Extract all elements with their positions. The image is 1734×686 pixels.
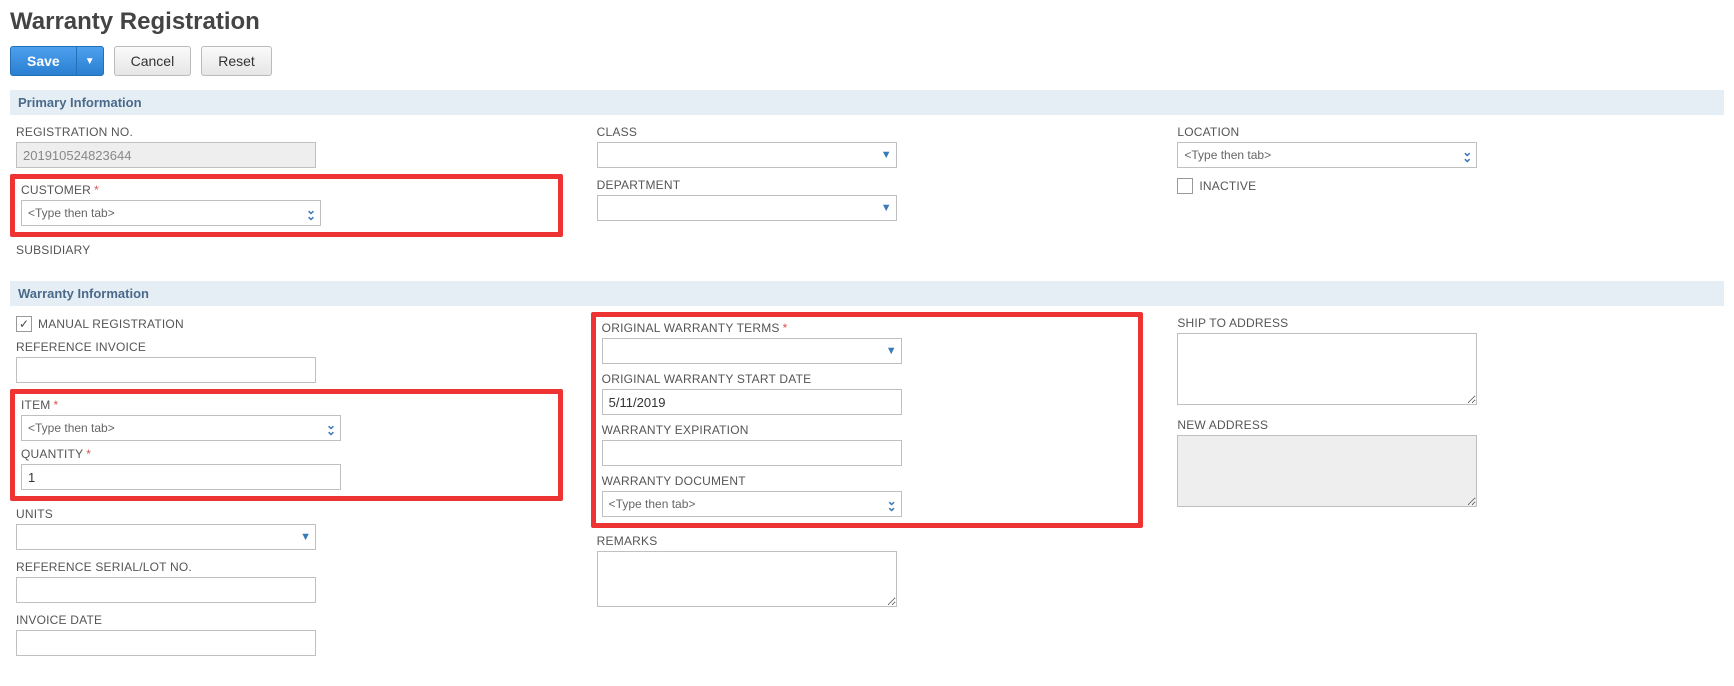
item-input[interactable]: <Type then tab> ⌄⌄ (21, 415, 341, 441)
units-label: UNITS (16, 507, 557, 521)
chevron-double-icon: ⌄⌄ (1462, 149, 1472, 161)
reference-invoice-label: REFERENCE INVOICE (16, 340, 557, 354)
quantity-input[interactable] (21, 464, 341, 490)
invoice-date-input[interactable] (16, 630, 316, 656)
section-primary-header: Primary Information (10, 90, 1724, 115)
document-placeholder: <Type then tab> (609, 497, 696, 511)
ship-to-textarea[interactable] (1177, 333, 1477, 405)
location-label: LOCATION (1177, 125, 1718, 139)
customer-input[interactable]: <Type then tab> ⌄⌄ (21, 200, 321, 226)
save-dropdown-button[interactable]: ▼ (76, 46, 104, 76)
remarks-textarea[interactable] (597, 551, 897, 607)
department-select[interactable]: ▼ (597, 195, 897, 221)
new-address-textarea (1177, 435, 1477, 507)
document-input[interactable]: <Type then tab> ⌄⌄ (602, 491, 902, 517)
chevron-double-icon: ⌄⌄ (887, 498, 897, 510)
required-icon: * (94, 183, 99, 197)
section-warranty-header: Warranty Information (10, 281, 1724, 306)
required-icon: * (86, 447, 91, 461)
item-placeholder: <Type then tab> (28, 421, 115, 435)
document-label: WARRANTY DOCUMENT (602, 474, 1133, 488)
orig-terms-label: ORIGINAL WARRANTY TERMS* (602, 321, 1133, 335)
customer-placeholder: <Type then tab> (28, 206, 115, 220)
required-icon: * (53, 398, 58, 412)
invoice-date-label: INVOICE DATE (16, 613, 557, 627)
inactive-label: INACTIVE (1199, 179, 1256, 193)
customer-label: CUSTOMER* (21, 183, 552, 197)
reference-serial-label: REFERENCE SERIAL/LOT NO. (16, 560, 557, 574)
customer-highlight: CUSTOMER* <Type then tab> ⌄⌄ (10, 174, 563, 237)
page-title: Warranty Registration (10, 8, 1724, 36)
save-button[interactable]: Save (10, 46, 76, 76)
orig-start-input[interactable] (602, 389, 902, 415)
reference-serial-input[interactable] (16, 577, 316, 603)
cancel-button[interactable]: Cancel (114, 46, 192, 76)
registration-no-label: REGISTRATION NO. (16, 125, 557, 139)
reset-button[interactable]: Reset (201, 46, 272, 76)
item-label: ITEM* (21, 398, 552, 412)
caret-down-icon: ▼ (886, 345, 897, 357)
reference-invoice-input[interactable] (16, 357, 316, 383)
caret-down-icon: ▼ (85, 56, 95, 67)
chevron-double-icon: ⌄⌄ (306, 207, 316, 219)
caret-down-icon: ▼ (300, 531, 311, 543)
class-label: CLASS (597, 125, 1138, 139)
expiration-input[interactable] (602, 440, 902, 466)
registration-no-input (16, 142, 316, 168)
orig-terms-select[interactable]: ▼ (602, 338, 902, 364)
caret-down-icon: ▼ (881, 202, 892, 214)
department-label: DEPARTMENT (597, 178, 1138, 192)
chevron-double-icon: ⌄⌄ (326, 422, 336, 434)
manual-registration-checkbox[interactable]: ✓ (16, 316, 32, 332)
item-quantity-highlight: ITEM* <Type then tab> ⌄⌄ QUANTITY* (10, 389, 563, 501)
action-bar: Save ▼ Cancel Reset (10, 46, 1724, 76)
location-placeholder: <Type then tab> (1184, 148, 1271, 162)
units-select[interactable]: ▼ (16, 524, 316, 550)
location-input[interactable]: <Type then tab> ⌄⌄ (1177, 142, 1477, 168)
orig-start-label: ORIGINAL WARRANTY START DATE (602, 372, 1133, 386)
remarks-label: REMARKS (597, 534, 1138, 548)
required-icon: * (783, 321, 788, 335)
subsidiary-label: SUBSIDIARY (16, 243, 557, 257)
manual-registration-label: MANUAL REGISTRATION (38, 317, 184, 331)
expiration-label: WARRANTY EXPIRATION (602, 423, 1133, 437)
new-address-label: NEW ADDRESS (1177, 418, 1718, 432)
quantity-label: QUANTITY* (21, 447, 552, 461)
warranty-terms-highlight: ORIGINAL WARRANTY TERMS* ▼ ORIGINAL WARR… (591, 312, 1144, 528)
class-select[interactable]: ▼ (597, 142, 897, 168)
caret-down-icon: ▼ (881, 149, 892, 161)
ship-to-label: SHIP TO ADDRESS (1177, 316, 1718, 330)
inactive-checkbox[interactable] (1177, 178, 1193, 194)
